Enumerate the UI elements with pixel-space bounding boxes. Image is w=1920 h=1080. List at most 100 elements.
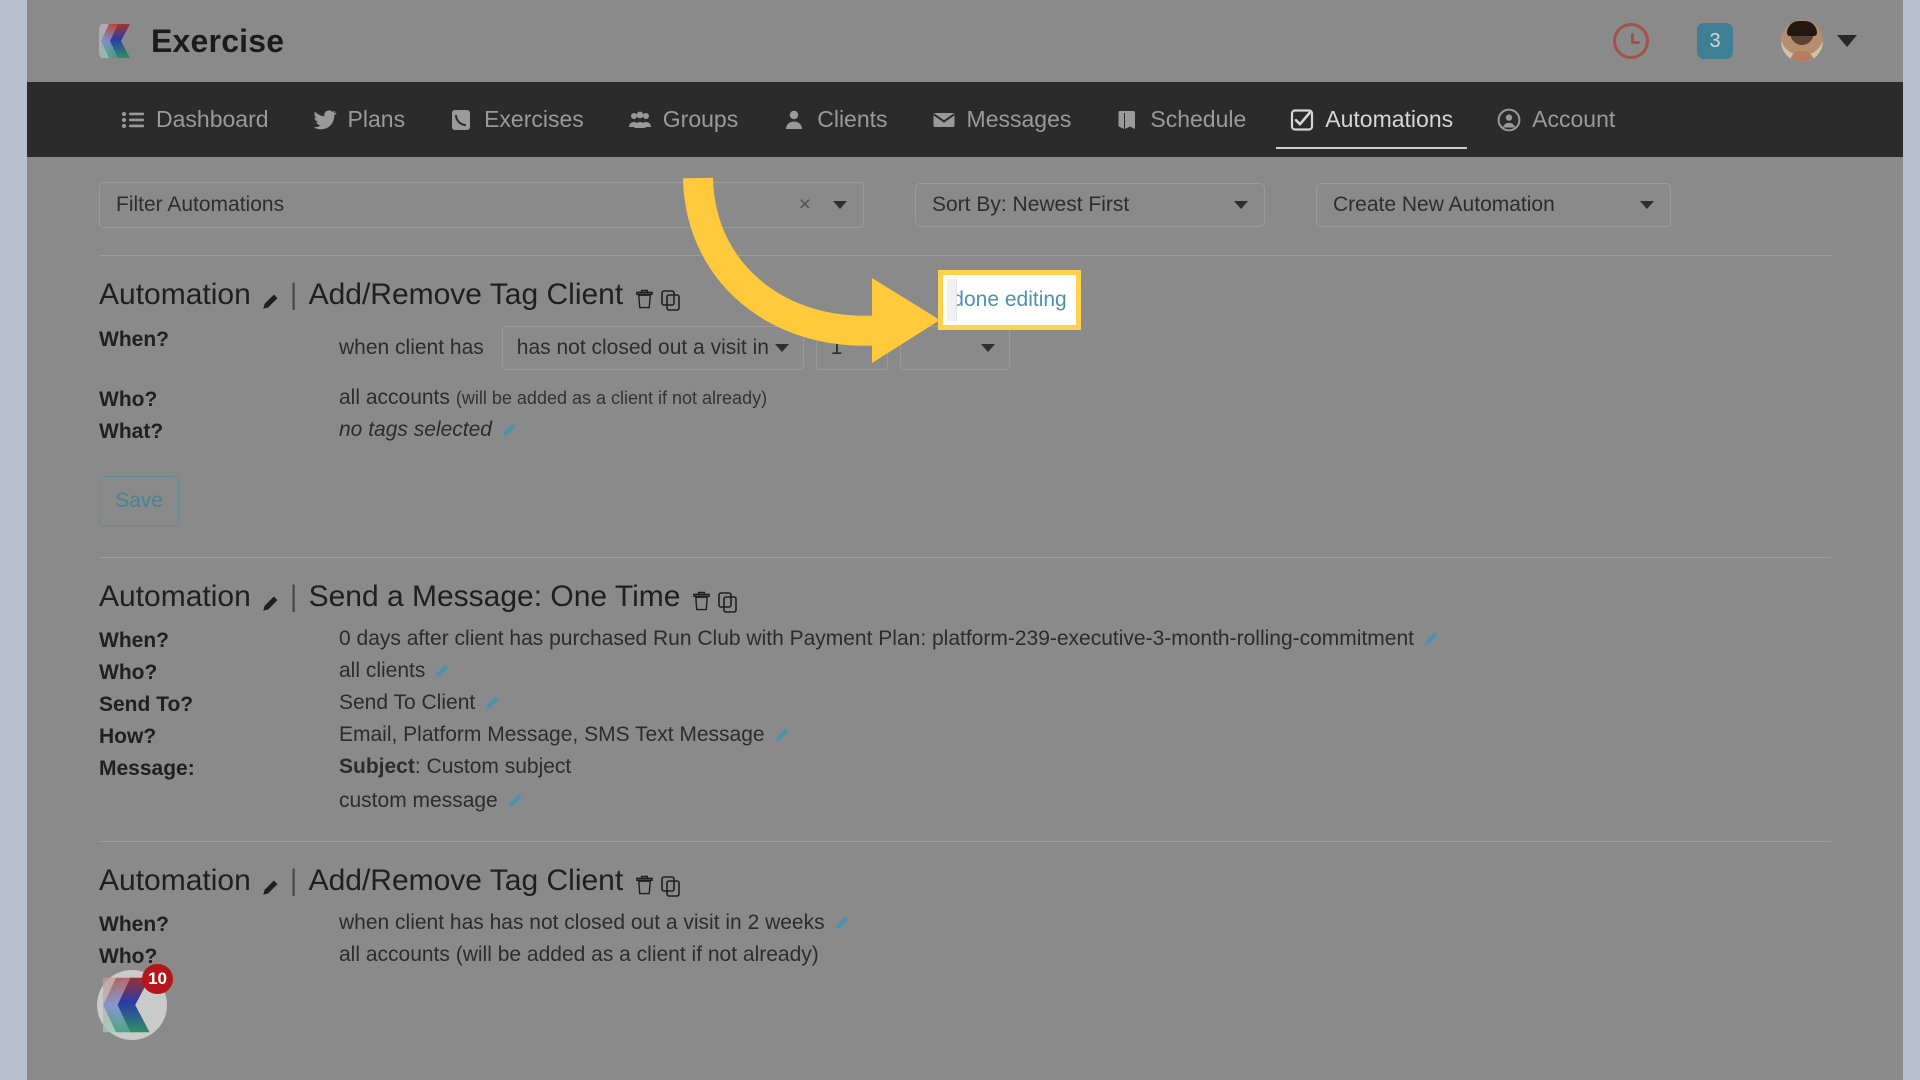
automation-prefix: Automation [99, 580, 251, 613]
message-text: custom message [339, 789, 498, 812]
who-row: Who? all accounts (will be added as a cl… [99, 386, 1831, 414]
when-row: When? 0 days after client has purchased … [99, 627, 1831, 655]
who-value-wrap: all accounts (will be added as a client … [339, 386, 767, 410]
nav-label: Dashboard [156, 106, 269, 132]
when-editor: when client has has not closed out a vis… [339, 326, 1172, 370]
nav-label: Schedule [1150, 106, 1247, 132]
sort-by-select[interactable]: Sort By: Newest First [915, 183, 1265, 227]
nav-label: Groups [662, 106, 739, 132]
when-row: When? when client has has not closed out… [99, 326, 1831, 370]
nav-item-groups[interactable]: Groups [606, 82, 760, 157]
avatar [1781, 20, 1823, 62]
button-edge [947, 279, 957, 321]
pencil-icon[interactable] [773, 726, 792, 745]
screen: Exercise 3 Dashboard Plans Exercises Gro… [0, 0, 1920, 1080]
floating-chat-widget[interactable]: 10 [97, 964, 173, 1040]
when-value-wrap: when client has has not closed out a vis… [339, 911, 852, 935]
pencil-icon[interactable] [500, 421, 519, 440]
create-new-automation-select[interactable]: Create New Automation [1316, 183, 1671, 227]
app-page: Exercise 3 Dashboard Plans Exercises Gro… [27, 0, 1903, 1080]
notification-count-badge[interactable]: 3 [1697, 23, 1733, 59]
envelope-icon [932, 112, 955, 127]
trash-icon[interactable] [692, 586, 711, 611]
title-separator: | [289, 864, 298, 897]
row-label: When? [99, 328, 169, 351]
controls-row: Filter Automations × Sort By: Newest Fir… [99, 157, 1831, 228]
nav-label: Messages [966, 106, 1072, 132]
nav-item-plans[interactable]: Plans [291, 82, 428, 157]
chevron-logo-icon [99, 21, 135, 61]
nav-label: Clients [817, 106, 888, 132]
message-subject-line: Subject : Custom subject [339, 755, 571, 779]
clock-icon[interactable] [1613, 23, 1649, 59]
how-value: Email, Platform Message, SMS Text Messag… [339, 723, 765, 746]
pencil-icon[interactable] [260, 286, 279, 309]
bird-icon [313, 109, 337, 129]
amount-input[interactable]: 1 [815, 326, 888, 370]
done-editing-button[interactable]: done editing [938, 270, 1081, 330]
nav-item-dashboard[interactable]: Dashboard [99, 82, 291, 157]
who-note: (will be added as a client if not alread… [455, 387, 768, 408]
nav-item-exercises[interactable]: Exercises [427, 82, 606, 157]
filter-automations-select[interactable]: Filter Automations × [99, 182, 864, 228]
how-row: How? Email, Platform Message, SMS Text M… [99, 723, 1831, 751]
when-row: When? when client has has not closed out… [99, 911, 1831, 939]
account-menu[interactable] [1781, 20, 1857, 62]
who-row: Who? all clients [99, 659, 1831, 687]
automation-prefix: Automation [99, 278, 251, 311]
filter-label: Filter Automations [116, 193, 285, 216]
done-editing-slot [1022, 326, 1172, 370]
brand[interactable]: Exercise [99, 21, 284, 61]
copy-icon[interactable] [661, 871, 681, 897]
when-value-wrap: 0 days after client has purchased Run Cl… [339, 627, 1441, 651]
nav-item-account[interactable]: Account [1475, 82, 1637, 157]
nav-item-automations[interactable]: Automations [1268, 82, 1475, 157]
close-icon[interactable]: × [799, 193, 811, 217]
caret-down-icon [980, 344, 995, 352]
what-value-wrap: no tags selected [339, 418, 519, 442]
save-button[interactable]: Save [99, 476, 179, 526]
automation-rows: When? 0 days after client has purchased … [99, 627, 1831, 813]
title-separator: | [289, 580, 298, 613]
automation-card: Automation | Send a Message: One Time Wh… [99, 558, 1831, 813]
title-separator: | [289, 278, 298, 311]
pencil-icon[interactable] [483, 694, 502, 713]
trash-icon[interactable] [635, 284, 654, 309]
row-label: Message: [99, 757, 195, 780]
nav-label: Plans [347, 106, 406, 132]
row-label: How? [99, 725, 157, 748]
trash-icon[interactable] [635, 870, 654, 895]
pencil-icon[interactable] [260, 588, 279, 611]
how-value-wrap: Email, Platform Message, SMS Text Messag… [339, 723, 792, 747]
done-editing-label: done editing [952, 288, 1067, 311]
sort-label: Sort By: Newest First [932, 193, 1130, 216]
nav-item-clients[interactable]: Clients [760, 82, 909, 157]
nav-item-schedule[interactable]: Schedule [1093, 82, 1268, 157]
list-icon [122, 111, 144, 128]
nav-item-messages[interactable]: Messages [910, 82, 1094, 157]
condition-select[interactable]: has not closed out a visit in [501, 326, 804, 370]
row-label: Who? [99, 945, 158, 968]
pencil-icon[interactable] [260, 872, 279, 895]
main-nav: Dashboard Plans Exercises Groups Clients… [27, 82, 1903, 157]
subject-label: Subject [339, 755, 415, 778]
condition-value: has not closed out a visit in [516, 336, 769, 359]
nav-label: Exercises [484, 106, 584, 132]
what-row: What? no tags selected [99, 418, 1831, 446]
automation-name: Send a Message: One Time [308, 580, 681, 613]
who-value-wrap: all clients [339, 659, 452, 683]
book-icon [1118, 110, 1136, 129]
nav-label: Account [1532, 106, 1616, 132]
pencil-icon[interactable] [1422, 630, 1441, 649]
who-value-wrap: all accounts (will be added as a client … [339, 943, 819, 967]
brand-name: Exercise [151, 22, 285, 59]
automation-prefix: Automation [99, 864, 251, 897]
unit-select[interactable] [899, 326, 1010, 370]
copy-icon[interactable] [661, 285, 681, 311]
pencil-icon[interactable] [833, 914, 852, 933]
pencil-icon[interactable] [433, 662, 452, 681]
copy-icon[interactable] [718, 587, 738, 613]
when-value: 0 days after client has purchased Run Cl… [339, 627, 1414, 650]
nav-label: Automations [1325, 106, 1454, 132]
pencil-icon[interactable] [506, 792, 525, 811]
